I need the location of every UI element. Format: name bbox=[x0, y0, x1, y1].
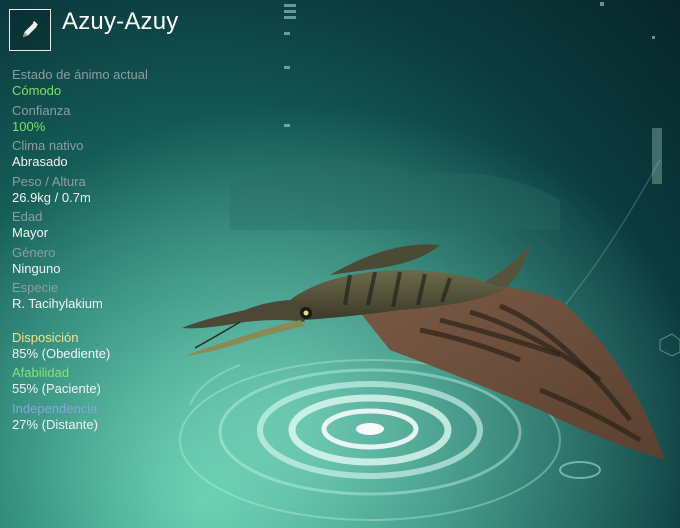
trust-value: 100% bbox=[12, 119, 46, 134]
climate-label: Clima nativo bbox=[12, 138, 84, 153]
age-label: Edad bbox=[12, 209, 43, 224]
species-value: R. Tacihylakium bbox=[12, 296, 103, 311]
affability-label: Afabilidad bbox=[12, 365, 70, 380]
weight-height-value: 26.9kg / 0.7m bbox=[12, 190, 91, 205]
mood-label: Estado de ánimo actual bbox=[12, 67, 148, 82]
trust-label: Confianza bbox=[12, 103, 71, 118]
disposition-label: Disposición bbox=[12, 330, 79, 345]
independence-label: Independencia bbox=[12, 401, 98, 416]
creature-info-panel: Azuy-Azuy Estado de ánimo actual Cómodo … bbox=[0, 0, 260, 528]
creature-name: Azuy-Azuy bbox=[62, 8, 179, 35]
gender-label: Género bbox=[12, 245, 56, 260]
disposition-value: 85% (Obediente) bbox=[12, 346, 111, 361]
affability-value: 55% (Paciente) bbox=[12, 381, 101, 396]
mood-value: Cómodo bbox=[12, 83, 62, 98]
gender-value: Ninguno bbox=[12, 261, 61, 276]
pencil-icon bbox=[23, 20, 38, 37]
climate-value: Abrasado bbox=[12, 154, 68, 169]
species-label: Especie bbox=[12, 280, 59, 295]
weight-height-label: Peso / Altura bbox=[12, 174, 86, 189]
age-value: Mayor bbox=[12, 225, 49, 240]
independence-value: 27% (Distante) bbox=[12, 417, 98, 432]
edit-name-button[interactable] bbox=[9, 9, 51, 51]
